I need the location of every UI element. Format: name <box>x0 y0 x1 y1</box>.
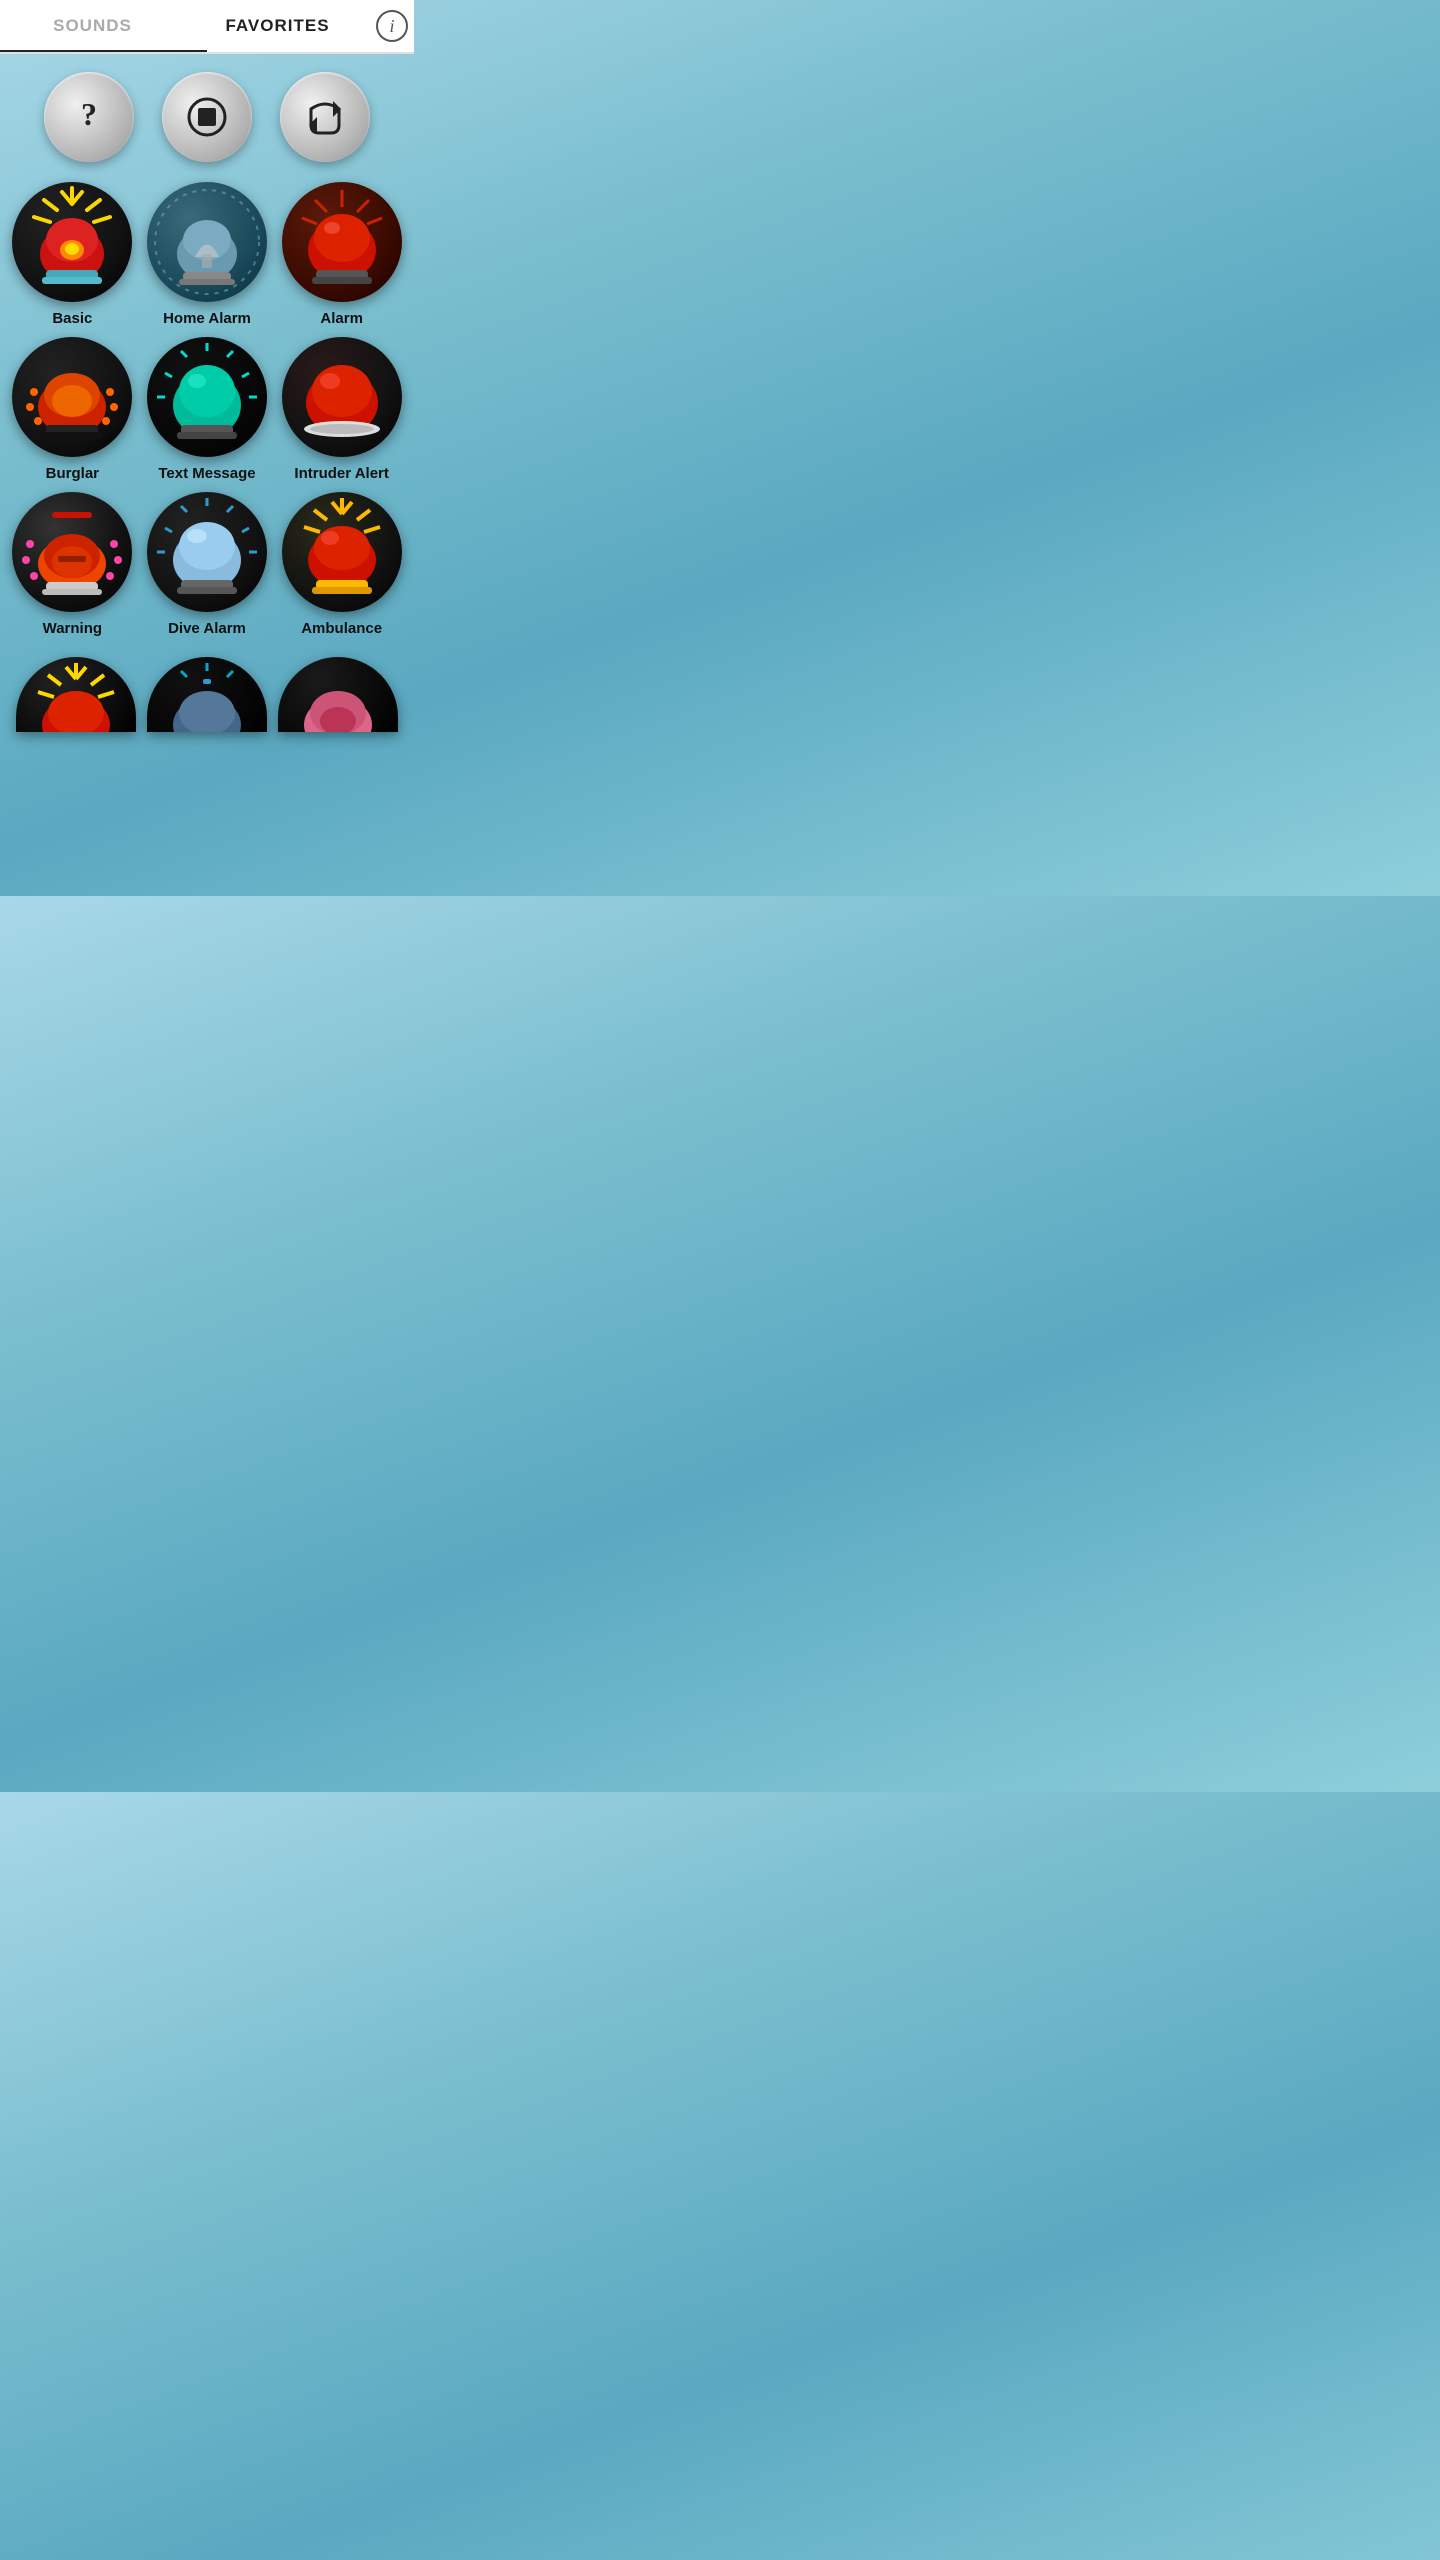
partial-row <box>0 647 414 732</box>
repeat-button[interactable] <box>280 72 370 162</box>
sound-label-text-message: Text Message <box>158 465 255 482</box>
sound-icon-basic <box>12 182 132 302</box>
sound-item-dive-alarm[interactable]: Dive Alarm <box>145 492 270 637</box>
sound-label-burglar: Burglar <box>46 465 99 482</box>
partial-item-3[interactable] <box>278 657 398 732</box>
control-row: ? <box>0 54 414 172</box>
stop-button[interactable] <box>162 72 252 162</box>
info-button[interactable]: i <box>370 4 414 48</box>
sound-icon-intruder-alert <box>282 337 402 457</box>
partial-icon-1 <box>16 657 136 732</box>
sound-label-dive-alarm: Dive Alarm <box>168 620 246 637</box>
partial-item-1[interactable] <box>16 657 136 732</box>
tab-sounds[interactable]: SOUNDS <box>0 2 185 50</box>
sound-icon-text-message <box>147 337 267 457</box>
sound-item-basic[interactable]: Basic <box>10 182 135 327</box>
sound-item-intruder-alert[interactable]: Intruder Alert <box>279 337 404 482</box>
sound-item-text-message[interactable]: Text Message <box>145 337 270 482</box>
sound-item-home-alarm[interactable]: Home Alarm <box>145 182 270 327</box>
sound-label-home-alarm: Home Alarm <box>163 310 251 327</box>
repeat-icon <box>303 95 347 139</box>
stop-icon <box>185 95 229 139</box>
partial-icon-3 <box>278 657 398 732</box>
tab-bar: SOUNDS FAVORITES i <box>0 0 414 54</box>
sound-label-alarm: Alarm <box>320 310 363 327</box>
info-icon: i <box>376 10 408 42</box>
sound-icon-ambulance <box>282 492 402 612</box>
sound-item-warning[interactable]: Warning <box>10 492 135 637</box>
sound-item-ambulance[interactable]: Ambulance <box>279 492 404 637</box>
sound-item-burglar[interactable]: Burglar <box>10 337 135 482</box>
sound-icon-home-alarm <box>147 182 267 302</box>
sound-item-alarm[interactable]: Alarm <box>279 182 404 327</box>
sound-label-intruder-alert: Intruder Alert <box>294 465 388 482</box>
sound-grid: Basic Home Alarm <box>0 172 414 647</box>
tab-underline <box>0 50 207 53</box>
partial-icon-2 <box>147 657 267 732</box>
svg-text:?: ? <box>81 96 97 132</box>
sound-icon-dive-alarm <box>147 492 267 612</box>
question-icon: ? <box>67 95 111 139</box>
sound-icon-warning <box>12 492 132 612</box>
sound-label-warning: Warning <box>43 620 102 637</box>
help-button[interactable]: ? <box>44 72 134 162</box>
sound-icon-alarm <box>282 182 402 302</box>
partial-item-2[interactable] <box>147 657 267 732</box>
sound-label-basic: Basic <box>52 310 92 327</box>
sound-icon-burglar <box>12 337 132 457</box>
sound-label-ambulance: Ambulance <box>301 620 382 637</box>
tab-favorites[interactable]: FAVORITES <box>185 2 370 50</box>
